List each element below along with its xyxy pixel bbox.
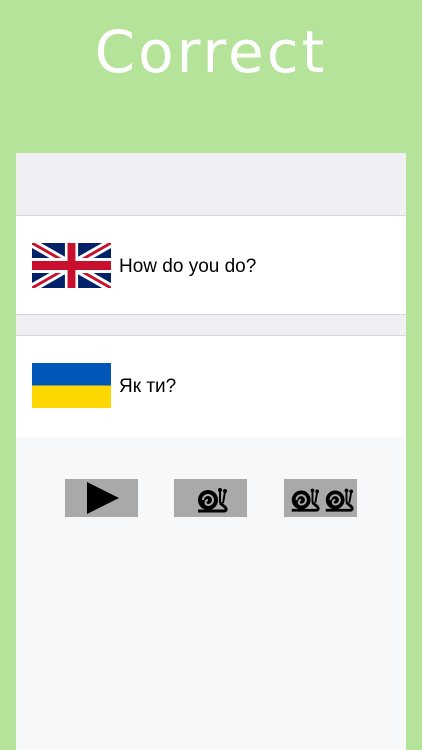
target-phrase-row[interactable]: Як ти? [16, 336, 406, 437]
slower-play-button[interactable] [284, 479, 357, 517]
two-snails-icon [288, 483, 354, 513]
ukraine-flag-icon [32, 363, 111, 408]
play-icon [86, 482, 119, 514]
playback-area [16, 437, 406, 750]
source-phrase-text: How do you do? [119, 256, 257, 277]
uk-flag-icon [32, 243, 111, 288]
slow-play-button[interactable] [174, 479, 247, 517]
card-header-band [16, 153, 406, 216]
play-button[interactable] [65, 479, 138, 517]
snail-icon [325, 488, 354, 512]
snail-icon [197, 488, 228, 513]
target-phrase-text: Як ти? [119, 376, 177, 397]
result-title: Correct [94, 18, 328, 86]
phrase-card: How do you do? Як ти? [16, 153, 406, 750]
snail-icon [291, 488, 320, 512]
row-separator [16, 315, 406, 336]
source-phrase-row[interactable]: How do you do? [16, 216, 406, 315]
